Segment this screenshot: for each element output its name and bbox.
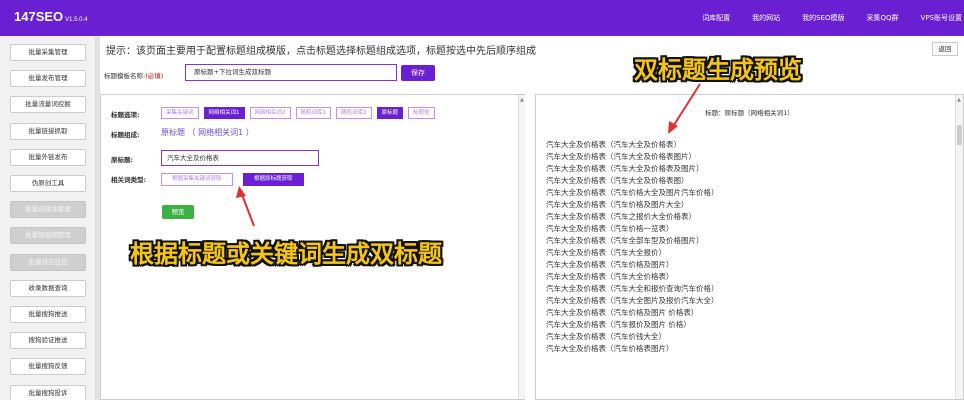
- sidebar-item[interactable]: 批量流量词挖掘: [10, 96, 86, 114]
- result-item: 汽车大全及价格表（汽车报价及图片 价格）: [546, 320, 691, 329]
- nav-item-vps-settings[interactable]: VPS账号设置: [921, 13, 962, 23]
- result-item: 汽车大全及价格表（汽车大全及价格表及图片）: [546, 164, 704, 173]
- config-scrollbar[interactable]: ▲: [518, 95, 525, 399]
- save-button[interactable]: 保存: [401, 65, 435, 81]
- composition-value: 原标题 （ 网络相关词1 ）: [161, 128, 254, 137]
- sidebar-item[interactable]: 批量搜狗反馈: [10, 358, 86, 376]
- sidebar-item[interactable]: 批量采集管理: [10, 44, 86, 61]
- scroll-thumb[interactable]: [957, 125, 962, 145]
- result-item: 汽车大全及价格表（汽车价格及图片大全）: [546, 200, 689, 209]
- preview-panel: 标题：原标题（网络相关词1） 汽车大全及价格表（汽车大全及价格表） 汽车大全及价格…: [535, 94, 964, 400]
- title-option[interactable]: 随机词库2: [336, 107, 372, 119]
- result-item: 汽车大全及价格表（汽车全部车型及价格图片）: [546, 236, 704, 245]
- sidebar-item[interactable]: 批量搜狗投诉: [10, 384, 86, 400]
- nav-item-seo-templates[interactable]: 我的SEO模版: [802, 13, 844, 23]
- top-nav: 词库配置 我的网站 我的SEO模版 采集QQ群 VPS账号设置: [702, 0, 964, 36]
- related-type-by-title[interactable]: 根据原标题获取: [243, 173, 304, 186]
- title-options-label: 标题选项:: [111, 111, 140, 119]
- sidebar-item[interactable]: 收录数据查询: [10, 279, 86, 297]
- sidebar-item[interactable]: 批量外链发布: [10, 148, 86, 166]
- title-option[interactable]: 随机词库1: [295, 107, 332, 119]
- brand-logo[interactable]: 147SEO V1.5.0.4: [14, 9, 88, 24]
- title-option[interactable]: 标题党: [408, 107, 435, 119]
- sidebar-item[interactable]: 批量短视频管理: [10, 227, 86, 245]
- nav-item-qq-group[interactable]: 采集QQ群: [867, 13, 899, 23]
- nav-item-my-sites[interactable]: 我的网站: [752, 13, 780, 23]
- result-item: 汽车大全及价格表（汽车大全报价）: [546, 248, 666, 257]
- preview-header: 标题：原标题（网络相关词1）: [705, 109, 794, 117]
- template-name-input[interactable]: 原标题+下拉词生成双标题: [185, 64, 397, 81]
- scroll-up-icon[interactable]: ▲: [957, 97, 961, 103]
- top-bar: 147SEO V1.5.0.4 词库配置 我的网站 我的SEO模版 采集QQ群 V…: [0, 0, 964, 36]
- result-item: 汽车大全及价格表（汽车大全及价格表）: [546, 140, 681, 149]
- title-option[interactable]: 采集关键词: [161, 107, 199, 119]
- preview-results: 汽车大全及价格表（汽车大全及价格表） 汽车大全及价格表（汽车大全及价格表图片） 汽车…: [546, 139, 719, 355]
- nav-item-lexicon-config[interactable]: 词库配置: [702, 13, 730, 23]
- result-item: 汽车大全及价格表（汽车价格表图片）: [546, 344, 674, 353]
- result-item: 汽车大全及价格表（汽车大全和报价查询汽车价格）: [546, 284, 719, 293]
- preview-scrollbar[interactable]: ▲: [955, 95, 963, 399]
- sidebar-item[interactable]: 伪原创工具: [10, 175, 86, 192]
- title-options: 采集关键词 网络相关词1 网络相关词2 随机词库1 随机词库2 原标题 标题党: [161, 107, 440, 119]
- result-item: 汽车大全及价格表（汽车价格及图片 价格表）: [546, 308, 699, 317]
- result-item: 汽车大全及价格表（汽车价格一览表）: [546, 224, 674, 233]
- sidebar-item[interactable]: 批量排名监控: [10, 253, 86, 271]
- composition-label: 标题组成:: [111, 131, 140, 139]
- sidebar-item[interactable]: 批量搜狗推送: [10, 306, 86, 323]
- scroll-up-icon[interactable]: ▲: [520, 97, 524, 103]
- related-type-by-keyword[interactable]: 根据采集关键词获取: [161, 173, 233, 186]
- result-item: 汽车大全及价格表（汽车大全及价格表图片）: [546, 152, 696, 161]
- annotation-preview: 双标题生成预览: [634, 56, 802, 84]
- sidebar-item[interactable]: 批量链接抓取: [10, 122, 86, 140]
- result-item: 汽车大全及价格表（汽车之报价大全价格表）: [546, 212, 696, 221]
- template-name-label: 标题模板名称:(必填): [104, 70, 163, 80]
- title-option[interactable]: 网络相关词1: [203, 107, 245, 119]
- page-tip: 提示：该页面主要用于配置标题组成模版，点击标题选择标题组成选项，标题按选中先后顺…: [106, 46, 536, 57]
- main-content: 提示：该页面主要用于配置标题组成模版，点击标题选择标题组成选项，标题按选中先后顺…: [100, 36, 964, 400]
- original-title-input[interactable]: 汽车大全及价格表: [161, 150, 319, 166]
- result-item: 汽车大全及价格表（汽车价钱大全）: [546, 332, 666, 341]
- title-option[interactable]: 网络相关词2: [249, 107, 291, 119]
- annotation-generate: 根据标题或关键词生成双标题: [130, 240, 442, 268]
- brand-version: V1.5.0.4: [65, 17, 88, 23]
- template-name-label-text: 标题模板名称:: [104, 72, 146, 80]
- sidebar: 批量采集管理 批量发布管理 批量流量词挖掘 批量链接抓取 批量外链发布 伪原创工具批量自媒…: [0, 36, 96, 400]
- sidebar-item[interactable]: 搜狗验证推送: [10, 332, 86, 350]
- result-item: 汽车大全及价格表（汽车价格及图片）: [546, 260, 674, 269]
- back-button[interactable]: 返回: [932, 42, 958, 56]
- sidebar-item[interactable]: 批量发布管理: [10, 70, 86, 88]
- result-item: 汽车大全及价格表（汽车大全及价格表图）: [546, 176, 689, 185]
- sidebar-item[interactable]: 批量自媒体管理: [10, 201, 86, 219]
- required-mark: (必填): [145, 72, 164, 80]
- result-item: 汽车大全及价格表（汽车价格大全及图片汽车价格）: [546, 188, 719, 197]
- related-type-label: 相关词类型:: [111, 176, 147, 184]
- brand-name: 147SEO: [14, 9, 64, 24]
- result-item: 汽车大全及价格表（汽车大全价格表）: [546, 272, 674, 281]
- title-option[interactable]: 原标题: [376, 107, 404, 119]
- result-item: 汽车大全及价格表（汽车大全图片及报价汽车大全）: [546, 296, 719, 305]
- original-title-label: 原标题:: [111, 156, 134, 164]
- preview-button[interactable]: 预览: [162, 205, 194, 219]
